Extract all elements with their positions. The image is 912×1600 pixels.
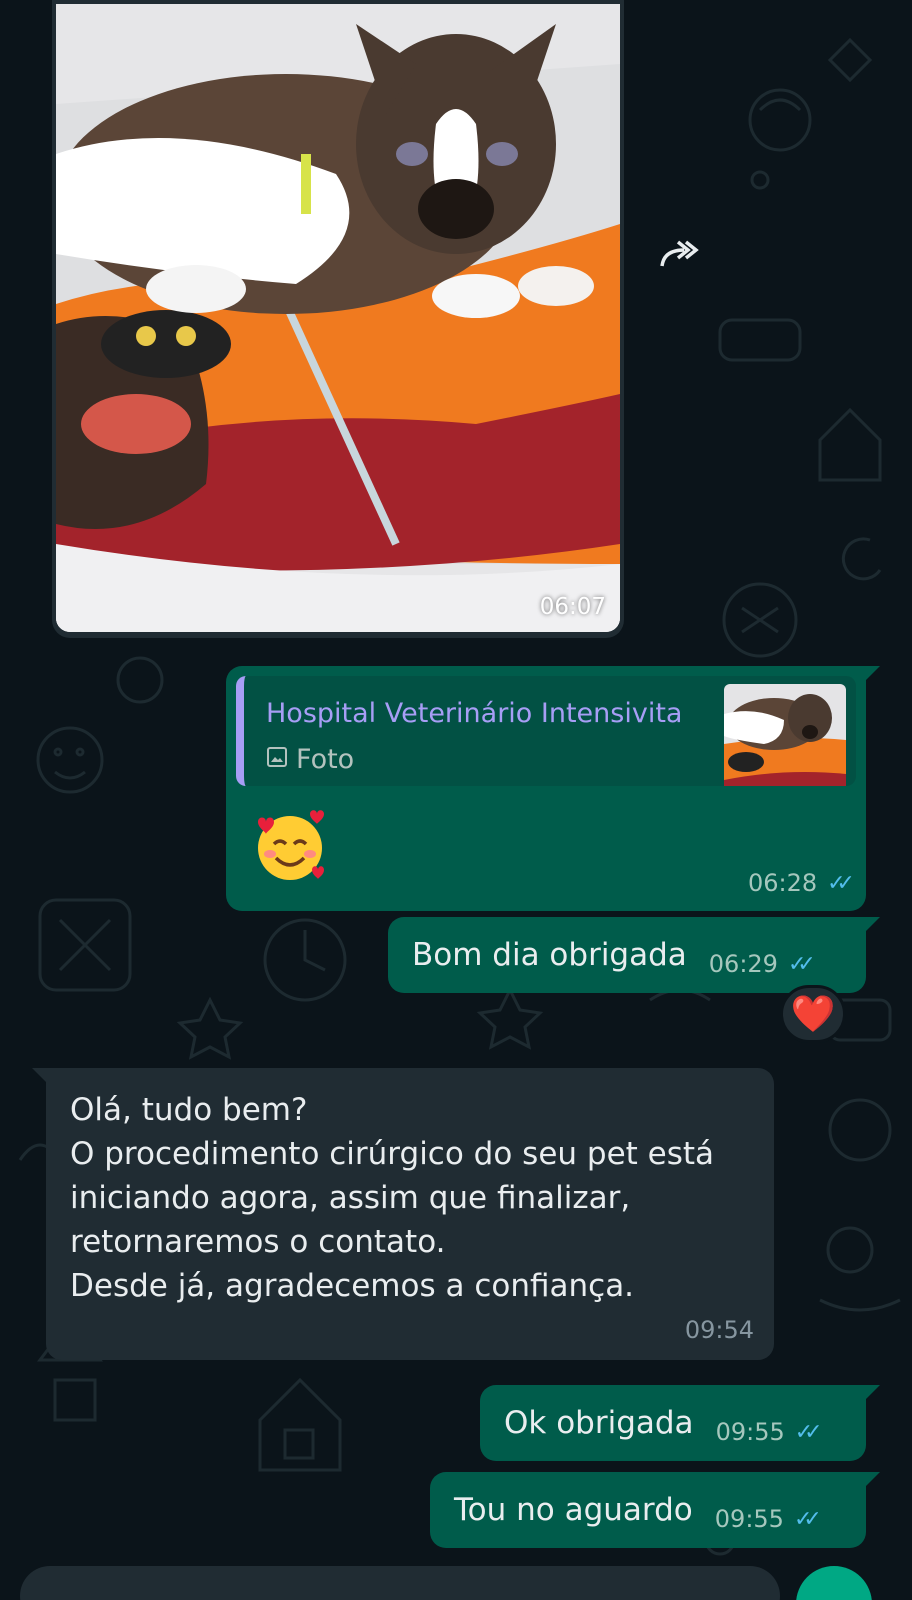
message-meta: 09:55 ✓✓ xyxy=(715,1418,823,1446)
message-meta: 06:28 ✓✓ xyxy=(747,869,855,897)
image-timestamp: 06:07 xyxy=(539,594,606,620)
cat-photo[interactable]: 06:07 xyxy=(56,4,620,632)
outgoing-text-message[interactable]: Tou no aguardo 09:55 ✓✓ xyxy=(430,1472,880,1548)
double-check-icon: ✓✓ xyxy=(794,1419,823,1445)
quoted-author: Hospital Veterinário Intensivita xyxy=(266,698,683,729)
message-input-bar[interactable] xyxy=(20,1566,780,1600)
quoted-type: Foto xyxy=(266,744,354,775)
message-time: 06:29 xyxy=(708,950,778,978)
double-check-icon: ✓✓ xyxy=(827,870,855,896)
message-meta: 06:29 ✓✓ xyxy=(708,950,816,978)
message-time: 06:28 xyxy=(747,869,818,897)
outgoing-text-message[interactable]: Bom dia obrigada 06:29 ✓✓ xyxy=(388,917,880,993)
double-check-icon: ✓✓ xyxy=(793,1506,822,1532)
photo-icon xyxy=(266,744,288,775)
quoted-type-label: Foto xyxy=(296,744,355,775)
message-time: 09:54 xyxy=(684,1316,754,1344)
double-check-icon: ✓✓ xyxy=(787,951,816,977)
incoming-image-message[interactable]: 06:07 xyxy=(52,0,624,638)
heart-icon: ❤️ xyxy=(790,994,836,1035)
outgoing-text-message[interactable]: Ok obrigada 09:55 ✓✓ xyxy=(480,1385,880,1461)
smiling-face-with-hearts-emoji xyxy=(252,808,328,884)
message-text: Bom dia obrigada xyxy=(412,937,687,973)
message-text: Ok obrigada xyxy=(504,1405,694,1441)
message-text: Tou no aguardo xyxy=(454,1492,693,1528)
quoted-photo-thumbnail xyxy=(724,684,846,786)
message-meta: 09:55 ✓✓ xyxy=(714,1505,822,1533)
message-reaction[interactable]: ❤️ xyxy=(780,985,846,1043)
message-text: Olá, tudo bem? O procedimento cirúrgico … xyxy=(70,1092,715,1304)
quoted-message[interactable]: Hospital Veterinário Intensivita Foto xyxy=(236,676,856,786)
message-meta: 09:54 xyxy=(685,1316,754,1344)
forward-icon xyxy=(658,238,702,279)
message-time: 09:55 xyxy=(715,1418,785,1446)
incoming-text-message[interactable]: Olá, tudo bem? O procedimento cirúrgico … xyxy=(32,1068,774,1360)
outgoing-reply-message[interactable]: Hospital Veterinário Intensivita Foto 06… xyxy=(226,666,880,911)
forward-button[interactable] xyxy=(650,232,710,284)
message-time: 09:55 xyxy=(714,1505,784,1533)
